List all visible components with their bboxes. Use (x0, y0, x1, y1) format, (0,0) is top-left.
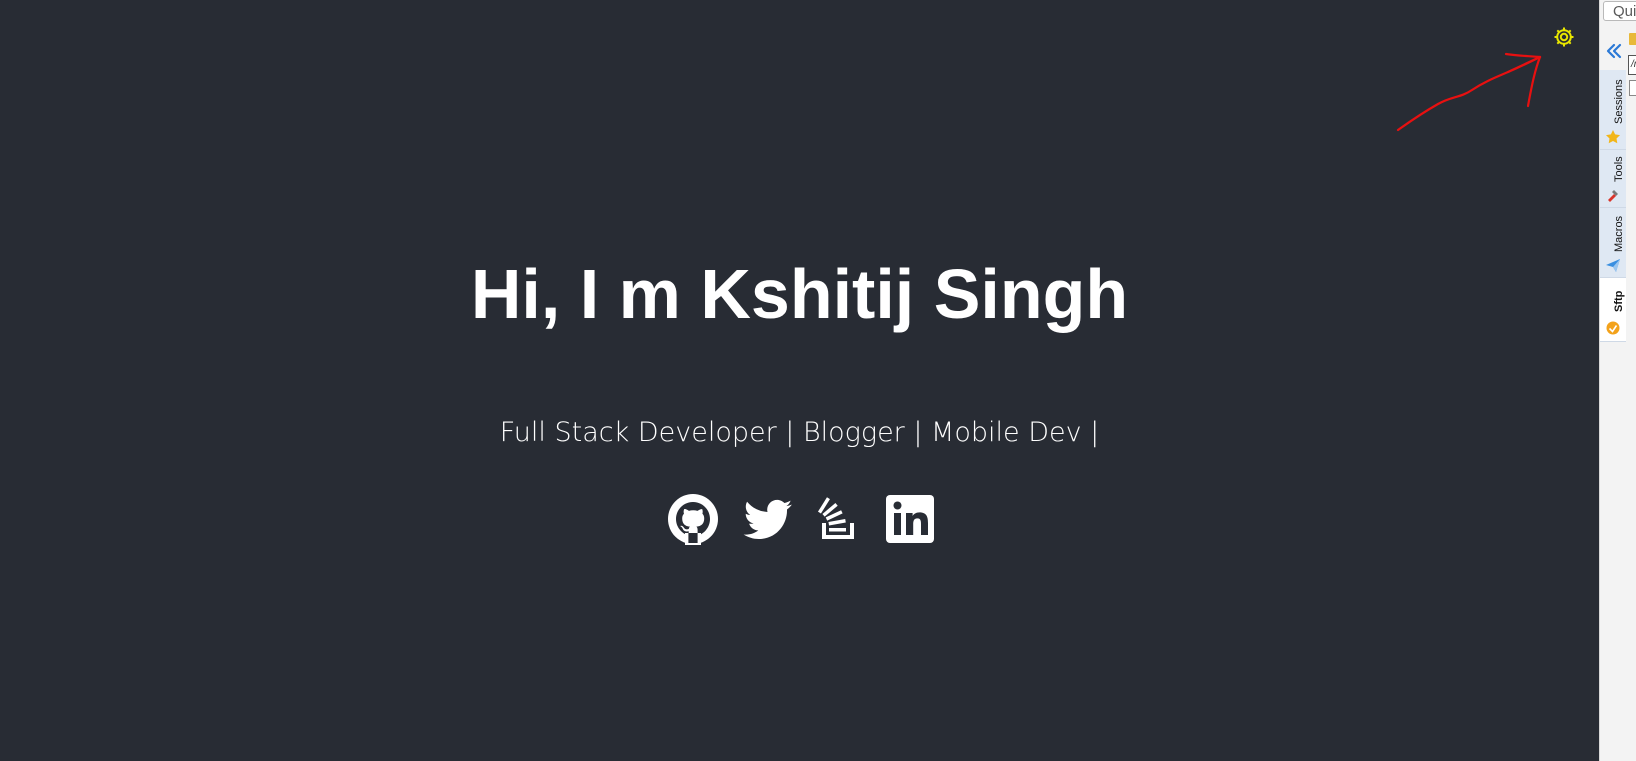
theme-toggle-button[interactable] (1552, 25, 1576, 49)
tab-label: Tools (1613, 156, 1625, 182)
portfolio-page: Hi, I m Kshitij Singh Full Stack Develop… (0, 0, 1599, 761)
paper-plane-icon (1605, 257, 1621, 273)
panel-scroll-handle[interactable] (1629, 80, 1636, 96)
page-subtitle: Full Stack Developer | Blogger | Mobile … (499, 417, 1100, 448)
sftp-icon (1605, 320, 1621, 336)
side-panel: Quick connect... /r Sessions Tools (1599, 0, 1636, 761)
social-links (0, 493, 1599, 545)
tab-sftp[interactable]: Sftp (1600, 278, 1626, 342)
star-icon (1605, 129, 1621, 145)
tab-label: Macros (1613, 215, 1625, 252)
tab-macros[interactable]: Macros (1600, 208, 1626, 278)
collapse-panel-button[interactable] (1603, 40, 1625, 62)
app-root: Hi, I m Kshitij Singh Full Stack Develop… (0, 0, 1636, 761)
gear-icon (1554, 27, 1574, 47)
arrow-annotation (1396, 52, 1542, 132)
folder-icon (1629, 33, 1636, 45)
linkedin-link[interactable] (884, 493, 936, 545)
sftp-path-field[interactable]: /r (1628, 55, 1636, 75)
github-link[interactable] (667, 493, 719, 545)
tab-sessions[interactable]: Sessions (1600, 70, 1626, 150)
tools-icon (1605, 187, 1621, 203)
tab-label: Sessions (1613, 79, 1625, 124)
github-icon (668, 494, 718, 545)
stackoverflow-link[interactable] (814, 493, 866, 545)
tab-tools[interactable]: Tools (1600, 150, 1626, 208)
twitter-icon (743, 499, 792, 539)
double-chevron-left-icon (1606, 43, 1622, 59)
twitter-link[interactable] (742, 493, 794, 545)
tab-label: Sftp (1613, 290, 1625, 312)
page-headline: Hi, I m Kshitij Singh (470, 255, 1129, 333)
linkedin-icon (886, 495, 934, 543)
quick-connect-input[interactable]: Quick connect... (1603, 1, 1636, 21)
stackoverflow-icon (817, 497, 854, 539)
